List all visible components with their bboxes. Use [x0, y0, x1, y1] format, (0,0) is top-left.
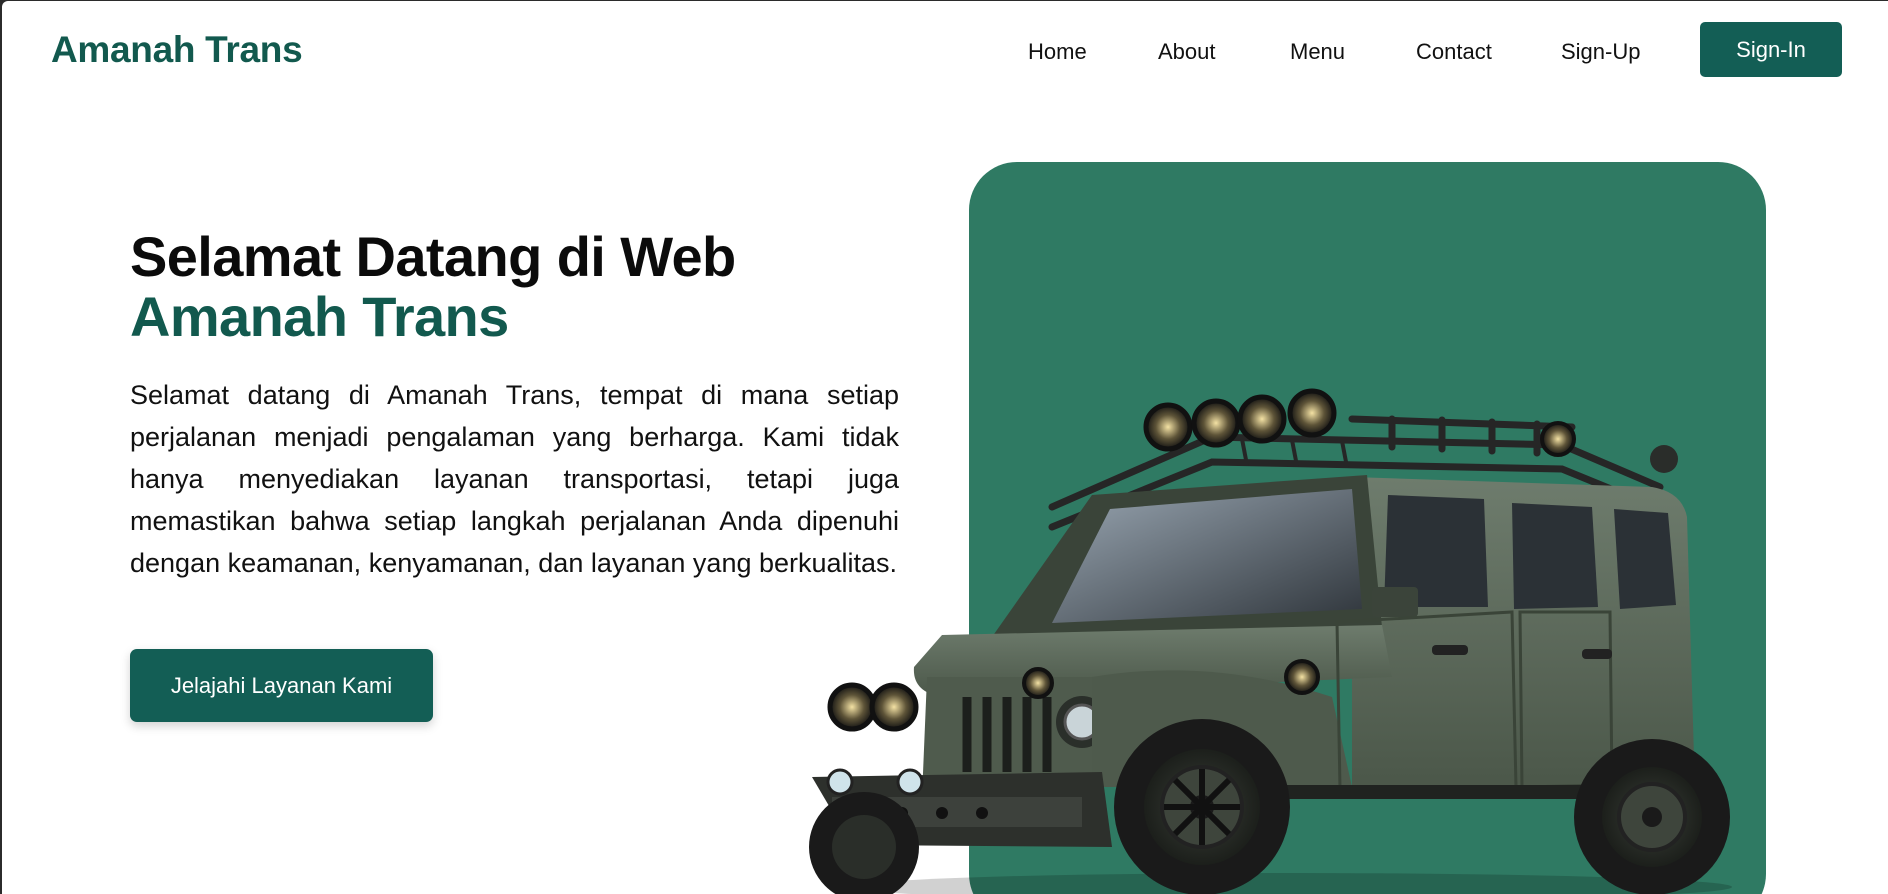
landing-page: Amanah Trans Home About Menu Contact Sig…	[2, 1, 1888, 894]
nav-home[interactable]: Home	[1028, 39, 1087, 65]
hero-title-line1: Selamat Datang di Web	[130, 225, 736, 288]
hero-title: Selamat Datang di Web Amanah Trans	[130, 227, 736, 347]
nav-contact[interactable]: Contact	[1416, 39, 1492, 65]
jeep-illustration	[809, 388, 1732, 894]
hero-title-brand: Amanah Trans	[130, 285, 509, 348]
nav-about[interactable]: About	[1158, 39, 1216, 65]
brand-logo[interactable]: Amanah Trans	[51, 29, 303, 71]
nav-sign-up[interactable]: Sign-Up	[1561, 39, 1640, 65]
sign-in-button[interactable]: Sign-In	[1700, 22, 1842, 77]
nav-menu[interactable]: Menu	[1290, 39, 1345, 65]
explore-services-button[interactable]: Jelajahi Layanan Kami	[130, 649, 433, 722]
hero-description: Selamat datang di Amanah Trans, tempat d…	[130, 380, 899, 578]
